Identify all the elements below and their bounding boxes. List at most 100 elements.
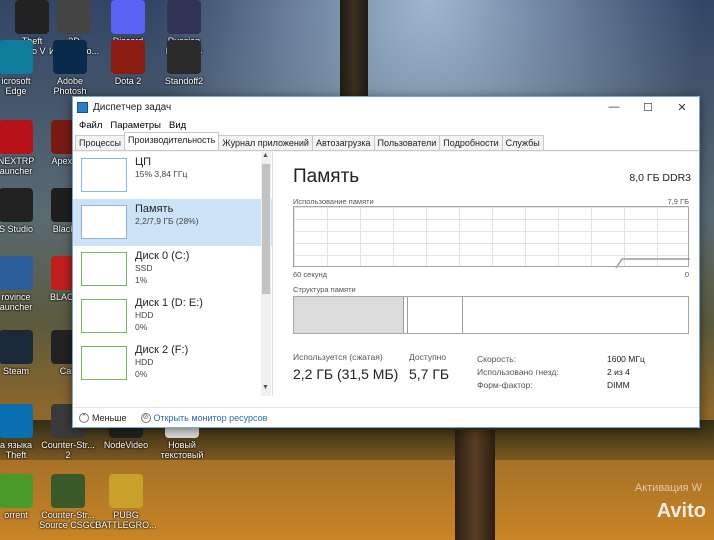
sidebar-item-disk[interactable]: Диск 2 (F:) HDD 0% [73, 340, 272, 387]
memory-usage-series [615, 258, 690, 268]
sidebar-thumbnail-graph [81, 252, 127, 286]
desktop-shortcut[interactable]: Adobe Photosh [38, 40, 102, 96]
minimize-button[interactable]: — [597, 97, 631, 117]
shortcut-label: Counter-Str... [41, 440, 95, 450]
app-shortcut-icon [0, 330, 33, 364]
structure-in-use [294, 297, 404, 333]
shortcut-label-line2: Source CSGO [39, 520, 97, 530]
speed-row: Скорость: 1600 МГц [477, 354, 645, 364]
wallpaper-tree-trunk [455, 430, 495, 540]
chevron-up-icon[interactable]: ⌃ [79, 412, 89, 423]
tab-processes[interactable]: Процессы [75, 135, 126, 150]
tab-users[interactable]: Пользователи [373, 135, 441, 150]
memory-structure-bar [293, 296, 689, 334]
in-use-value: 2,2 ГБ (31,5 МБ) [293, 366, 399, 382]
sidebar-item-title: ЦП [135, 156, 152, 168]
memory-detail-panel: Память 8,0 ГБ DDR3 Использование памяти … [291, 152, 691, 396]
wallpaper-tree-trunk [340, 0, 368, 100]
sidebar-item-cpu[interactable]: ЦП 15% 3,84 ГГц [73, 152, 272, 199]
shortcut-label: Standoff2 [164, 76, 204, 86]
close-button[interactable]: ✕ [665, 97, 699, 117]
app-shortcut-icon [167, 0, 201, 34]
desktop-shortcut[interactable]: PUBG BATTLEGRO... [94, 474, 158, 530]
form-factor-row: Форм-фактор: DIMM [477, 380, 630, 390]
sidebar-item-detail: HDD [135, 310, 154, 320]
sidebar-item-title: Диск 2 (F:) [135, 344, 189, 356]
tab-details[interactable]: Подробности [439, 135, 503, 150]
avito-watermark: Avito [656, 500, 706, 522]
slots-value: 2 из 4 [607, 367, 630, 377]
app-shortcut-icon [0, 404, 33, 438]
sidebar-thumbnail-graph [81, 205, 127, 239]
memory-spec: 8,0 ГБ DDR3 [629, 172, 691, 184]
footer-bar: ⌃ Меньше ⊘ Открыть монитор ресурсов [73, 407, 699, 427]
title-bar[interactable]: Диспетчер задач — ☐ ✕ [73, 97, 699, 117]
sidebar-item-title: Диск 1 (D: E:) [135, 297, 203, 309]
tab-startup[interactable]: Автозагрузка [311, 135, 375, 150]
app-shortcut-icon [0, 120, 33, 154]
shortcut-label: NodeVideo [103, 440, 149, 450]
shortcut-label: Новый [168, 440, 196, 450]
sidebar-scrollbar[interactable]: ▲ ▼ [261, 152, 271, 396]
slots-label: Использовано гнезд: [477, 367, 559, 377]
menu-file[interactable]: Файл [75, 120, 106, 131]
desktop-shortcut[interactable]: Dota 2 [96, 40, 160, 86]
sidebar-item-title: Диск 0 (C:) [135, 250, 190, 262]
menu-options[interactable]: Параметры [106, 120, 165, 131]
desktop-shortcut[interactable]: Counter-Str... Source CSGO [36, 474, 100, 530]
sidebar-item-disk[interactable]: Диск 0 (C:) SSD 1% [73, 246, 272, 293]
sidebar-item-disk[interactable]: Диск 1 (D: E:) HDD 0% [73, 293, 272, 340]
usage-graph-max: 7,9 ГБ [667, 197, 690, 206]
sidebar-item-percent: 0% [135, 369, 148, 379]
scroll-up-arrow-icon[interactable]: ▲ [262, 152, 269, 159]
sidebar-thumbnail-graph [81, 158, 127, 192]
tab-performance[interactable]: Производительность [124, 132, 220, 150]
sidebar-item-percent: 1% [135, 275, 148, 285]
desktop-shortcut[interactable]: Standoff2 [152, 40, 216, 86]
resource-sidebar: ЦП 15% 3,84 ГГц Память 2,2/7,9 ГБ (28%) Диск… [73, 152, 273, 396]
app-shortcut-icon [0, 256, 33, 290]
graph-axis-left: 60 секунд [293, 270, 327, 279]
shortcut-label: Counter-Str... [41, 510, 95, 520]
app-shortcut-icon [53, 40, 87, 74]
shortcut-label: Dota 2 [114, 76, 142, 86]
resource-monitor-icon: ⊘ [140, 412, 151, 423]
sidebar-item-mem[interactable]: Память 2,2/7,9 ГБ (28%) [73, 199, 272, 246]
app-shortcut-icon [111, 0, 145, 34]
shortcut-label-line2: auncher [0, 166, 33, 176]
shortcut-label-line2: 2 [65, 450, 71, 460]
app-shortcut-icon [51, 474, 85, 508]
memory-title: Память [293, 166, 360, 187]
menu-bar: Файл Параметры Вид [73, 117, 699, 133]
app-shortcut-icon [109, 474, 143, 508]
open-resource-monitor-link[interactable]: Открыть монитор ресурсов [154, 413, 268, 423]
shortcut-label-line2: BATTLEGRO... [95, 520, 157, 530]
scroll-down-arrow-icon[interactable]: ▼ [262, 384, 269, 391]
in-use-label: Используется (сжатая) [293, 352, 383, 362]
shortcut-label: Adobe [56, 76, 84, 86]
fewer-details-link[interactable]: Меньше [92, 413, 127, 423]
sidebar-item-detail: HDD [135, 357, 154, 367]
speed-value: 1600 МГц [607, 354, 645, 364]
tab-app-history[interactable]: Журнал приложений [218, 135, 313, 150]
usage-graph-label: Использование памяти [293, 197, 374, 206]
shortcut-label-line2: Photosh [53, 86, 87, 96]
sidebar-item-detail: 2,2/7,9 ГБ (28%) [135, 216, 199, 226]
form-factor-value: DIMM [607, 380, 630, 390]
graph-axis-right: 0 [684, 270, 689, 279]
app-shortcut-icon [57, 0, 91, 34]
menu-view[interactable]: Вид [165, 120, 190, 131]
app-shortcut-icon [167, 40, 201, 74]
app-shortcut-icon [0, 188, 33, 222]
task-manager-window: Диспетчер задач — ☐ ✕ Файл Параметры Вид… [72, 96, 700, 428]
activation-watermark: Активация W [634, 482, 702, 494]
performance-content: ЦП 15% 3,84 ГГц Память 2,2/7,9 ГБ (28%) Диск… [73, 152, 699, 407]
available-label: Доступно [409, 352, 447, 362]
task-manager-app-icon [77, 101, 88, 113]
app-shortcut-icon [0, 40, 33, 74]
scrollbar-thumb[interactable] [262, 164, 270, 294]
maximize-button[interactable]: ☐ [631, 97, 665, 117]
tab-services[interactable]: Службы [501, 135, 544, 150]
sidebar-item-detail: 15% 3,84 ГГц [135, 169, 188, 179]
shortcut-label: PUBG [113, 510, 139, 520]
